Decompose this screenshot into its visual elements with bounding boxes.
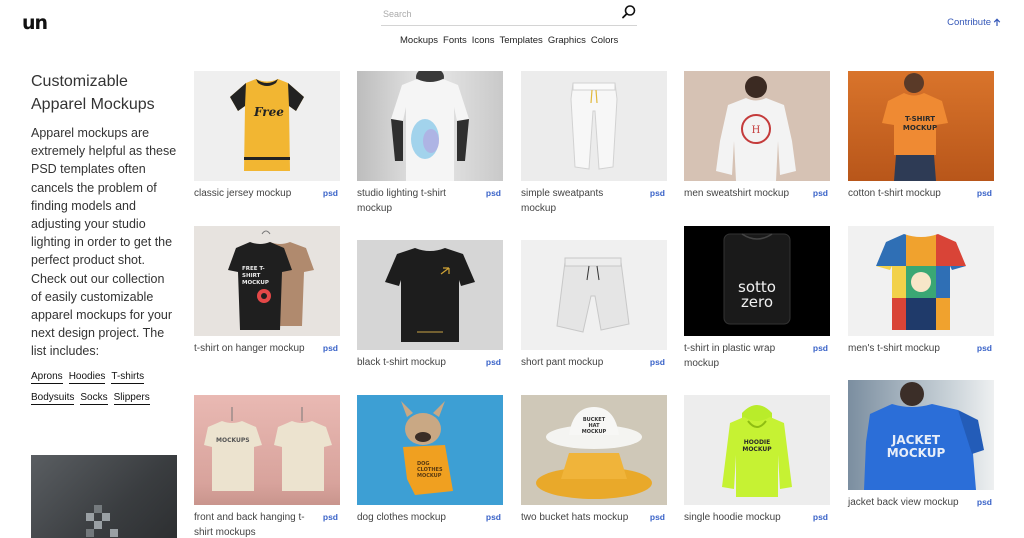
mockup-caption[interactable]: dog clothes mockup [357,510,475,525]
mockup-caption[interactable]: single hoodie mockup [684,510,802,525]
mockup-caption[interactable]: front and back hanging t-shirt mockups [194,510,312,538]
mockup-card[interactable]: black t-shirt mockup psd [357,240,503,370]
mockup-caption[interactable]: classic jersey mockup [194,186,312,201]
search-icon[interactable] [621,4,637,20]
mockup-thumbnail[interactable]: H [684,71,830,181]
page-title: Customizable Apparel Mockups [31,73,155,113]
mockup-card[interactable]: sotto zero t-shirt in plastic wrap mocku… [684,226,830,371]
featured-image[interactable] [31,455,177,538]
search-input[interactable] [381,6,601,22]
category-nav: Mockups Fonts Icons Templates Graphics C… [400,35,618,46]
mockup-caption[interactable]: jacket back view mockup [848,495,966,510]
mockup-card[interactable]: HOODIE MOCKUP single hoodie mockup psd [684,395,830,525]
psd-badge: psd [322,188,338,198]
psd-badge: psd [485,188,501,198]
mockup-thumbnail[interactable]: MOCKUPS [194,395,340,505]
tag-slippers[interactable]: Slippers [113,392,150,405]
print-text: sotto zero [738,278,776,311]
tag-bodysuits[interactable]: Bodysuits [31,392,75,405]
mockup-thumbnail[interactable] [848,226,994,336]
mockup-card[interactable]: MOCKUPS front and back hanging t-shirt m… [194,395,340,538]
site-logo[interactable]: un [22,12,48,34]
mockup-caption[interactable]: cotton t-shirt mockup [848,186,966,201]
print-text: Free [254,105,284,119]
mockup-thumbnail[interactable]: HOODIE MOCKUP [684,395,830,505]
arrow-up-icon [993,18,1001,27]
page-description: Apparel mockups are extremely helpful as… [31,126,177,359]
contribute-link[interactable]: Contribute [947,17,1001,28]
mockup-card[interactable]: DOG CLOTHES MOCKUP dog clothes mockup ps… [357,395,503,525]
mockup-thumbnail[interactable] [357,71,503,181]
print-text: BUCKET HAT MOCKUP [581,417,607,435]
mockup-card[interactable]: Free classic jersey mockup psd [194,71,340,201]
mockup-card[interactable]: JACKET MOCKUP jacket back view mockup ps… [848,380,994,510]
print-text: DOG CLOTHES MOCKUP [417,461,443,479]
mockup-caption[interactable]: t-shirt in plastic wrap mockup [684,341,802,371]
tag-list: Aprons Hoodies T-shirts Bodysuits Socks … [31,371,177,405]
psd-badge: psd [322,512,338,522]
print-text: JACKET MOCKUP [886,433,946,460]
mockup-card[interactable]: H men sweatshirt mockup psd [684,71,830,201]
print-text: HOODIE MOCKUP [742,439,772,453]
mockup-caption[interactable]: black t-shirt mockup [357,355,475,370]
psd-badge: psd [485,357,501,367]
mockup-thumbnail[interactable]: sotto zero [684,226,830,336]
search-bar [381,4,637,26]
mockup-card[interactable]: studio lighting t-shirt mockup psd [357,71,503,216]
nav-templates[interactable]: Templates [500,35,543,46]
tag-aprons[interactable]: Aprons [31,371,63,384]
tag-socks[interactable]: Socks [80,392,108,405]
psd-badge: psd [322,343,338,353]
mockup-thumbnail[interactable]: DOG CLOTHES MOCKUP [357,395,503,505]
psd-badge: psd [485,512,501,522]
mockup-card[interactable]: men's t-shirt mockup psd [848,226,994,356]
mockup-caption[interactable]: men's t-shirt mockup [848,341,966,356]
mockup-card[interactable]: T-SHIRT MOCKUP cotton t-shirt mockup psd [848,71,994,201]
psd-badge: psd [976,497,992,507]
print-text: MOCKUPS [216,437,250,444]
mockup-card[interactable]: simple sweatpants mockup psd [521,71,667,216]
nav-colors[interactable]: Colors [591,35,618,46]
tag-t-shirts[interactable]: T-shirts [111,371,145,384]
mockup-card[interactable]: short pant mockup psd [521,240,667,370]
mockup-thumbnail[interactable] [521,71,667,181]
contribute-label: Contribute [947,17,991,28]
nav-graphics[interactable]: Graphics [548,35,586,46]
sidebar: Customizable Apparel Mockups Apparel moc… [31,70,177,538]
psd-badge: psd [649,512,665,522]
nav-icons[interactable]: Icons [472,35,495,46]
nav-fonts[interactable]: Fonts [443,35,467,46]
psd-badge: psd [649,188,665,198]
mockup-caption[interactable]: t-shirt on hanger mockup [194,341,312,356]
psd-badge: psd [812,188,828,198]
mockup-caption[interactable]: men sweatshirt mockup [684,186,802,201]
print-text: T-SHIRT MOCKUP [902,115,938,132]
psd-badge: psd [976,343,992,353]
psd-badge: psd [649,357,665,367]
print-text: FREE T-SHIRT MOCKUP [242,266,269,286]
mockup-caption[interactable]: simple sweatpants mockup [521,186,639,216]
mockup-thumbnail[interactable] [357,240,503,350]
mockup-card[interactable]: FREE T-SHIRT MOCKUP t-shirt on hanger mo… [194,226,340,356]
mockup-thumbnail[interactable]: JACKET MOCKUP [848,380,994,490]
mockup-thumbnail[interactable]: FREE T-SHIRT MOCKUP [194,226,340,336]
psd-badge: psd [812,512,828,522]
mockup-thumbnail[interactable] [521,240,667,350]
mockup-thumbnail[interactable]: T-SHIRT MOCKUP [848,71,994,181]
nav-mockups[interactable]: Mockups [400,35,438,46]
mockup-caption[interactable]: studio lighting t-shirt mockup [357,186,475,216]
mockup-caption[interactable]: short pant mockup [521,355,639,370]
psd-badge: psd [812,343,828,353]
mockup-thumbnail[interactable]: BUCKET HAT MOCKUP [521,395,667,505]
mockup-thumbnail[interactable]: Free [194,71,340,181]
tag-hoodies[interactable]: Hoodies [68,371,106,384]
psd-badge: psd [976,188,992,198]
mockup-card[interactable]: BUCKET HAT MOCKUP two bucket hats mockup… [521,395,667,525]
svg-text:H: H [752,125,761,136]
mockup-caption[interactable]: two bucket hats mockup [521,510,639,525]
